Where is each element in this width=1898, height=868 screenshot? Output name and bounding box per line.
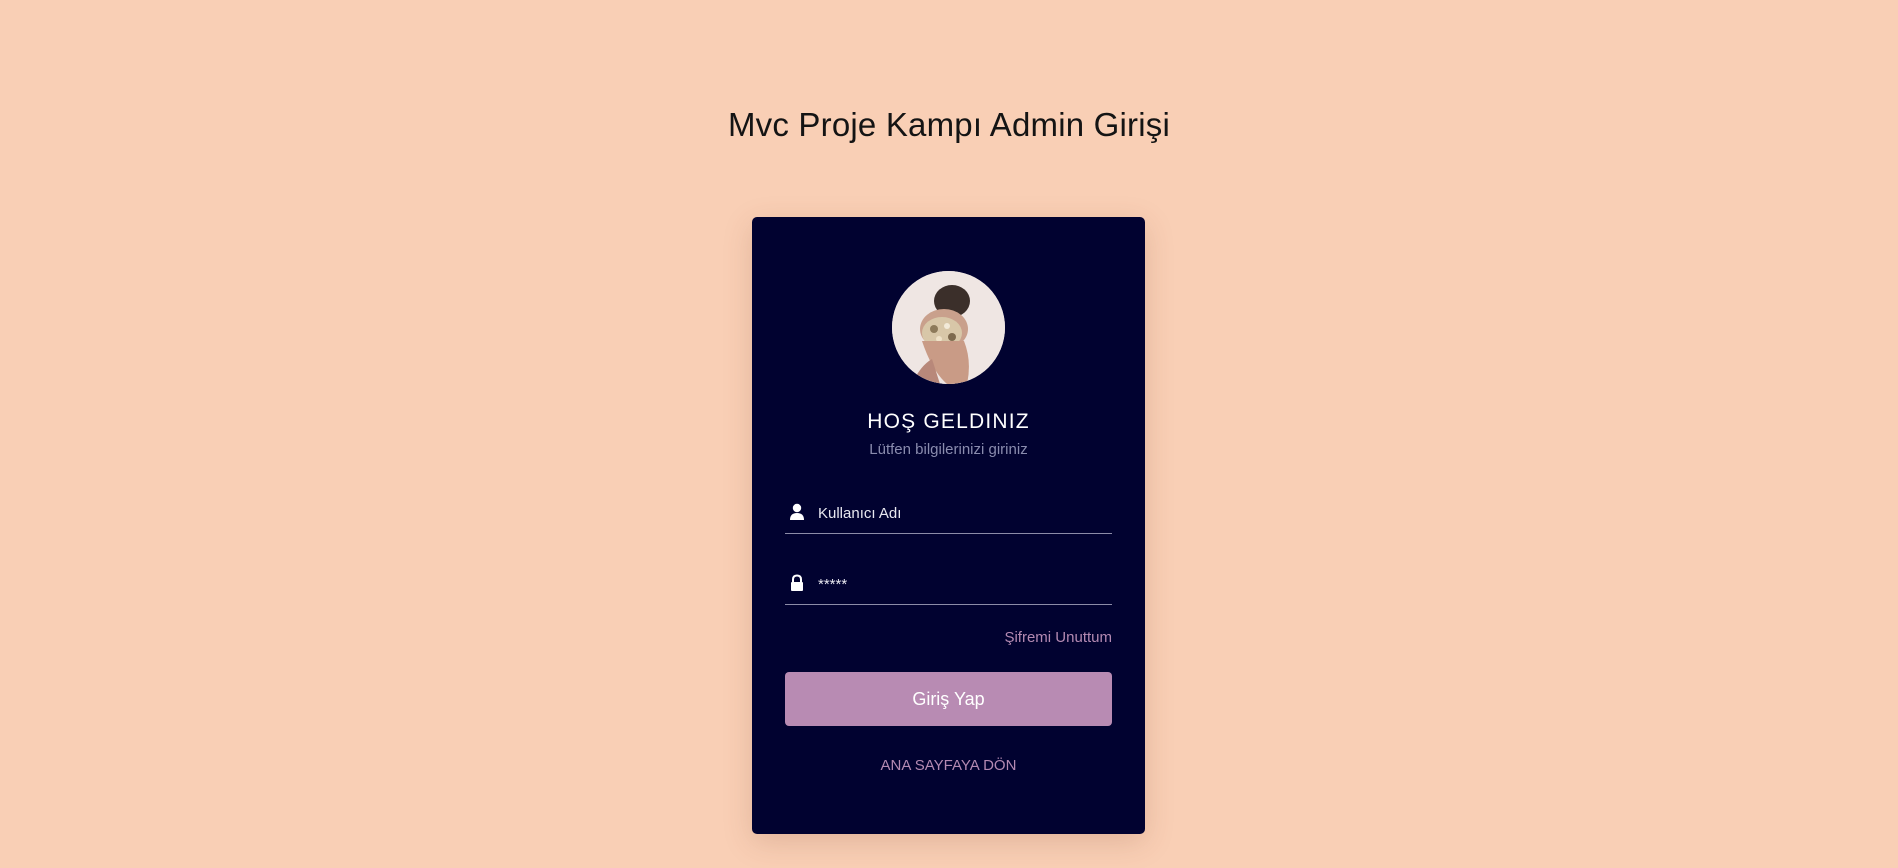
login-button[interactable]: Giriş Yap [785,672,1112,726]
login-card: HOŞ GELDINIZ Lütfen bilgilerinizi girini… [752,217,1145,834]
username-input[interactable] [818,499,1103,527]
lock-icon [789,574,805,592]
forgot-password-link[interactable]: Şifremi Unuttum [1004,629,1112,646]
welcome-heading: HOŞ GELDINIZ [867,410,1030,433]
user-icon [789,503,805,521]
back-to-home-link[interactable]: ANA SAYFAYA DÖN [752,757,1145,774]
page-title: Mvc Proje Kampı Admin Girişi [727,106,1171,143]
password-input[interactable] [818,570,1103,598]
avatar [892,271,1005,384]
username-field [785,493,1112,534]
password-field [785,564,1112,605]
welcome-subtitle: Lütfen bilgilerinizi giriniz [869,441,1028,458]
